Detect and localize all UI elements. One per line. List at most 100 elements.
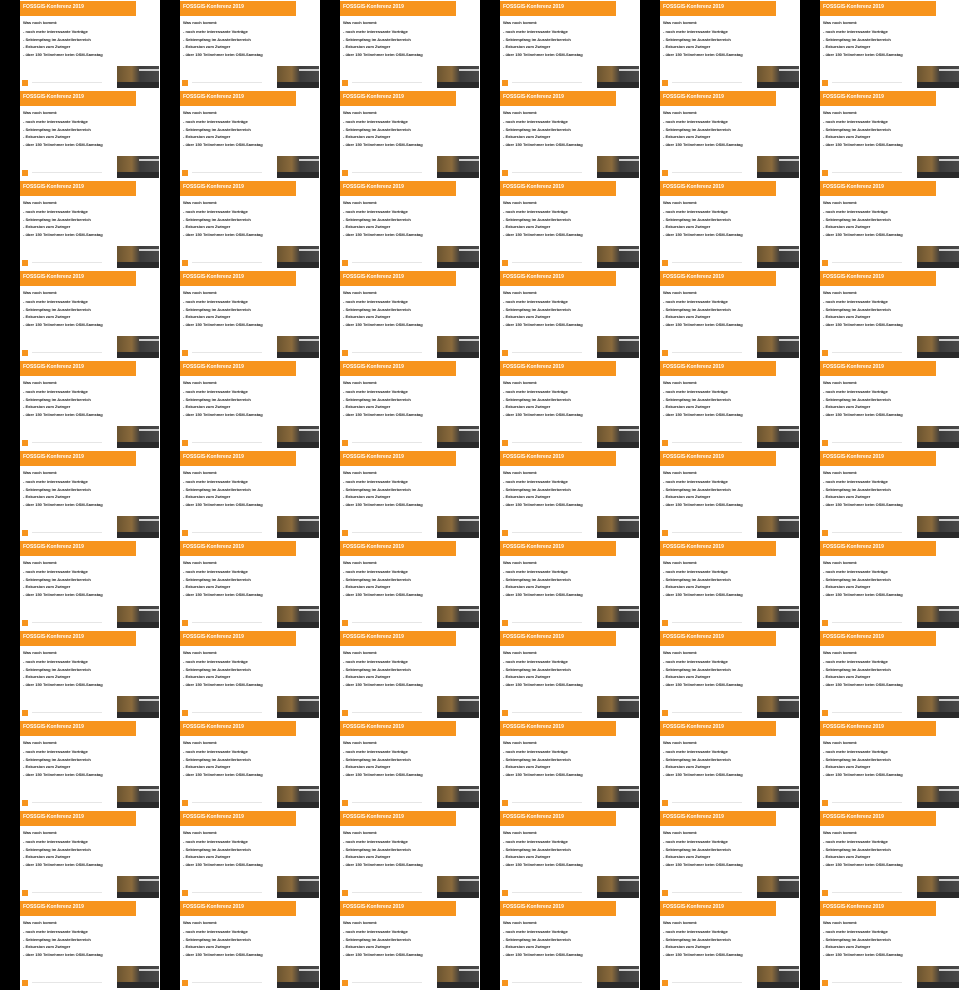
slide-thumbnail[interactable]: FOSSGIS-Konferenz 2019 Was noch kommt: - n… xyxy=(660,0,800,90)
slide-thumbnail[interactable]: FOSSGIS-Konferenz 2019 Was noch kommt: - n… xyxy=(500,450,640,540)
slide-thumbnail[interactable]: FOSSGIS-Konferenz 2019 Was noch kommt: - n… xyxy=(20,450,160,540)
slide-bullet: - Sektempfang im Ausstellerbereich xyxy=(183,577,251,582)
slide-thumbnail[interactable]: FOSSGIS-Konferenz 2019 Was noch kommt: - n… xyxy=(500,720,640,810)
slide-footer-line xyxy=(32,532,102,533)
slide-thumbnail[interactable]: FOSSGIS-Konferenz 2019 Was noch kommt: - n… xyxy=(20,630,160,720)
slide-thumbnail[interactable]: FOSSGIS-Konferenz 2019 Was noch kommt: - n… xyxy=(500,900,640,990)
slide-thumbnail[interactable]: FOSSGIS-Konferenz 2019 Was noch kommt: - n… xyxy=(180,360,320,450)
slide-bullet: - über 150 Teilnehmer beim OSM-Samstag xyxy=(663,232,743,237)
slide-heading: Was noch kommt: xyxy=(823,380,858,385)
slide-thumbnail[interactable]: FOSSGIS-Konferenz 2019 Was noch kommt: - n… xyxy=(340,630,480,720)
slide-thumbnail[interactable]: FOSSGIS-Konferenz 2019 Was noch kommt: - n… xyxy=(820,810,960,900)
slide-thumbnail[interactable]: FOSSGIS-Konferenz 2019 Was noch kommt: - n… xyxy=(500,540,640,630)
slide-header-bar: FOSSGIS-Konferenz 2019 xyxy=(180,721,296,736)
slide-thumbnail[interactable]: FOSSGIS-Konferenz 2019 Was noch kommt: - n… xyxy=(660,720,800,810)
slide-bullet: - Sektempfang im Ausstellerbereich xyxy=(183,847,251,852)
slide-bullet: - Sektempfang im Ausstellerbereich xyxy=(663,127,731,132)
slide-bullet: - über 150 Teilnehmer beim OSM-Samstag xyxy=(823,592,903,597)
event-photo xyxy=(917,966,959,988)
slide-thumbnail[interactable]: FOSSGIS-Konferenz 2019 Was noch kommt: - n… xyxy=(340,720,480,810)
slide-heading: Was noch kommt: xyxy=(23,830,58,835)
slide-thumbnail[interactable]: FOSSGIS-Konferenz 2019 Was noch kommt: - n… xyxy=(180,810,320,900)
slide-bullet: - Exkursion zum Zwinger xyxy=(23,494,71,499)
slide-bullet: - noch mehr interessante Vorträge xyxy=(23,389,88,394)
slide-thumbnail[interactable]: FOSSGIS-Konferenz 2019 Was noch kommt: - n… xyxy=(660,450,800,540)
slide-header-bar: FOSSGIS-Konferenz 2019 xyxy=(820,451,936,466)
slide-thumbnail[interactable]: FOSSGIS-Konferenz 2019 Was noch kommt: - n… xyxy=(180,540,320,630)
slide-thumbnail[interactable]: FOSSGIS-Konferenz 2019 Was noch kommt: - n… xyxy=(180,90,320,180)
fossgis-logo-icon xyxy=(662,710,668,716)
event-photo xyxy=(437,66,479,88)
slide-thumbnail[interactable]: FOSSGIS-Konferenz 2019 Was noch kommt: - n… xyxy=(20,900,160,990)
slide-thumbnail[interactable]: FOSSGIS-Konferenz 2019 Was noch kommt: - n… xyxy=(500,0,640,90)
slide-thumbnail[interactable]: FOSSGIS-Konferenz 2019 Was noch kommt: - n… xyxy=(180,630,320,720)
slide-bullet: - Sektempfang im Ausstellerbereich xyxy=(823,577,891,582)
slide-thumbnail[interactable]: FOSSGIS-Konferenz 2019 Was noch kommt: - n… xyxy=(820,900,960,990)
slide-thumbnail[interactable]: FOSSGIS-Konferenz 2019 Was noch kommt: - n… xyxy=(820,450,960,540)
slide-title: FOSSGIS-Konferenz 2019 xyxy=(663,184,724,190)
slide-thumbnail[interactable]: FOSSGIS-Konferenz 2019 Was noch kommt: - n… xyxy=(340,450,480,540)
slide-thumbnail[interactable]: FOSSGIS-Konferenz 2019 Was noch kommt: - n… xyxy=(340,900,480,990)
slide-thumbnail[interactable]: FOSSGIS-Konferenz 2019 Was noch kommt: - n… xyxy=(20,270,160,360)
slide-thumbnail[interactable]: FOSSGIS-Konferenz 2019 Was noch kommt: - n… xyxy=(820,90,960,180)
slide-thumbnail[interactable]: FOSSGIS-Konferenz 2019 Was noch kommt: - n… xyxy=(660,270,800,360)
slide-thumbnail[interactable]: FOSSGIS-Konferenz 2019 Was noch kommt: - n… xyxy=(180,180,320,270)
slide-title: FOSSGIS-Konferenz 2019 xyxy=(23,544,84,550)
slide-thumbnail[interactable]: FOSSGIS-Konferenz 2019 Was noch kommt: - n… xyxy=(660,360,800,450)
slide-thumbnail[interactable]: FOSSGIS-Konferenz 2019 Was noch kommt: - n… xyxy=(20,540,160,630)
slide-thumbnail[interactable]: FOSSGIS-Konferenz 2019 Was noch kommt: - n… xyxy=(820,0,960,90)
slide-thumbnail[interactable]: FOSSGIS-Konferenz 2019 Was noch kommt: - n… xyxy=(820,270,960,360)
slide-thumbnail[interactable]: FOSSGIS-Konferenz 2019 Was noch kommt: - n… xyxy=(340,0,480,90)
slide-bullet: - Exkursion zum Zwinger xyxy=(663,44,711,49)
slide-thumbnail[interactable]: FOSSGIS-Konferenz 2019 Was noch kommt: - n… xyxy=(340,270,480,360)
slide-thumbnail[interactable]: FOSSGIS-Konferenz 2019 Was noch kommt: - n… xyxy=(340,180,480,270)
slide-heading: Was noch kommt: xyxy=(23,740,58,745)
slide-footer-line xyxy=(832,712,902,713)
slide-thumbnail[interactable]: FOSSGIS-Konferenz 2019 Was noch kommt: - n… xyxy=(500,810,640,900)
slide-thumbnail[interactable]: FOSSGIS-Konferenz 2019 Was noch kommt: - n… xyxy=(660,630,800,720)
slide-thumbnail[interactable]: FOSSGIS-Konferenz 2019 Was noch kommt: - n… xyxy=(180,270,320,360)
slide-thumbnail[interactable]: FOSSGIS-Konferenz 2019 Was noch kommt: - n… xyxy=(820,540,960,630)
slide-thumbnail[interactable]: FOSSGIS-Konferenz 2019 Was noch kommt: - n… xyxy=(660,900,800,990)
slide-thumbnail[interactable]: FOSSGIS-Konferenz 2019 Was noch kommt: - n… xyxy=(180,900,320,990)
slide-thumbnail[interactable]: FOSSGIS-Konferenz 2019 Was noch kommt: - n… xyxy=(500,90,640,180)
slide-thumbnail[interactable]: FOSSGIS-Konferenz 2019 Was noch kommt: - n… xyxy=(660,90,800,180)
slide-bullet: - Exkursion zum Zwinger xyxy=(343,494,391,499)
slide-thumbnail[interactable]: FOSSGIS-Konferenz 2019 Was noch kommt: - n… xyxy=(820,180,960,270)
slide-thumbnail[interactable]: FOSSGIS-Konferenz 2019 Was noch kommt: - n… xyxy=(20,720,160,810)
fossgis-logo-icon xyxy=(182,530,188,536)
slide-thumbnail[interactable]: FOSSGIS-Konferenz 2019 Was noch kommt: - n… xyxy=(500,180,640,270)
slide-footer-line xyxy=(512,82,582,83)
slide-header-bar: FOSSGIS-Konferenz 2019 xyxy=(180,901,296,916)
slide-thumbnail[interactable]: FOSSGIS-Konferenz 2019 Was noch kommt: - n… xyxy=(20,360,160,450)
slide-thumbnail[interactable]: FOSSGIS-Konferenz 2019 Was noch kommt: - n… xyxy=(660,180,800,270)
slide-thumbnail[interactable]: FOSSGIS-Konferenz 2019 Was noch kommt: - n… xyxy=(500,630,640,720)
fossgis-logo-icon xyxy=(662,980,668,986)
event-photo xyxy=(757,336,799,358)
fossgis-logo-icon xyxy=(662,530,668,536)
slide-thumbnail[interactable]: FOSSGIS-Konferenz 2019 Was noch kommt: - n… xyxy=(20,90,160,180)
slide-title: FOSSGIS-Konferenz 2019 xyxy=(343,364,404,370)
slide-thumbnail[interactable]: FOSSGIS-Konferenz 2019 Was noch kommt: - n… xyxy=(180,450,320,540)
slide-thumbnail[interactable]: FOSSGIS-Konferenz 2019 Was noch kommt: - n… xyxy=(340,90,480,180)
slide-thumbnail[interactable]: FOSSGIS-Konferenz 2019 Was noch kommt: - n… xyxy=(20,180,160,270)
slide-thumbnail[interactable]: FOSSGIS-Konferenz 2019 Was noch kommt: - n… xyxy=(340,810,480,900)
slide-thumbnail[interactable]: FOSSGIS-Konferenz 2019 Was noch kommt: - n… xyxy=(180,720,320,810)
slide-thumbnail[interactable]: FOSSGIS-Konferenz 2019 Was noch kommt: - n… xyxy=(660,540,800,630)
slide-thumbnail[interactable]: FOSSGIS-Konferenz 2019 Was noch kommt: - n… xyxy=(20,810,160,900)
event-photo xyxy=(917,606,959,628)
slide-bullet: - noch mehr interessante Vorträge xyxy=(823,209,888,214)
slide-thumbnail[interactable]: FOSSGIS-Konferenz 2019 Was noch kommt: - n… xyxy=(500,360,640,450)
slide-thumbnail[interactable]: FOSSGIS-Konferenz 2019 Was noch kommt: - n… xyxy=(820,360,960,450)
slide-thumbnail[interactable]: FOSSGIS-Konferenz 2019 Was noch kommt: - n… xyxy=(820,720,960,810)
slide-thumbnail[interactable]: FOSSGIS-Konferenz 2019 Was noch kommt: - n… xyxy=(660,810,800,900)
slide-title: FOSSGIS-Konferenz 2019 xyxy=(343,724,404,730)
slide-thumbnail[interactable]: FOSSGIS-Konferenz 2019 Was noch kommt: - n… xyxy=(180,0,320,90)
slide-bullet: - Exkursion zum Zwinger xyxy=(343,44,391,49)
slide-thumbnail[interactable]: FOSSGIS-Konferenz 2019 Was noch kommt: - n… xyxy=(20,0,160,90)
slide-thumbnail[interactable]: FOSSGIS-Konferenz 2019 Was noch kommt: - n… xyxy=(340,360,480,450)
slide-thumbnail[interactable]: FOSSGIS-Konferenz 2019 Was noch kommt: - n… xyxy=(820,630,960,720)
slide-title: FOSSGIS-Konferenz 2019 xyxy=(183,814,244,820)
slide-thumbnail[interactable]: FOSSGIS-Konferenz 2019 Was noch kommt: - n… xyxy=(340,540,480,630)
slide-thumbnail[interactable]: FOSSGIS-Konferenz 2019 Was noch kommt: - n… xyxy=(500,270,640,360)
